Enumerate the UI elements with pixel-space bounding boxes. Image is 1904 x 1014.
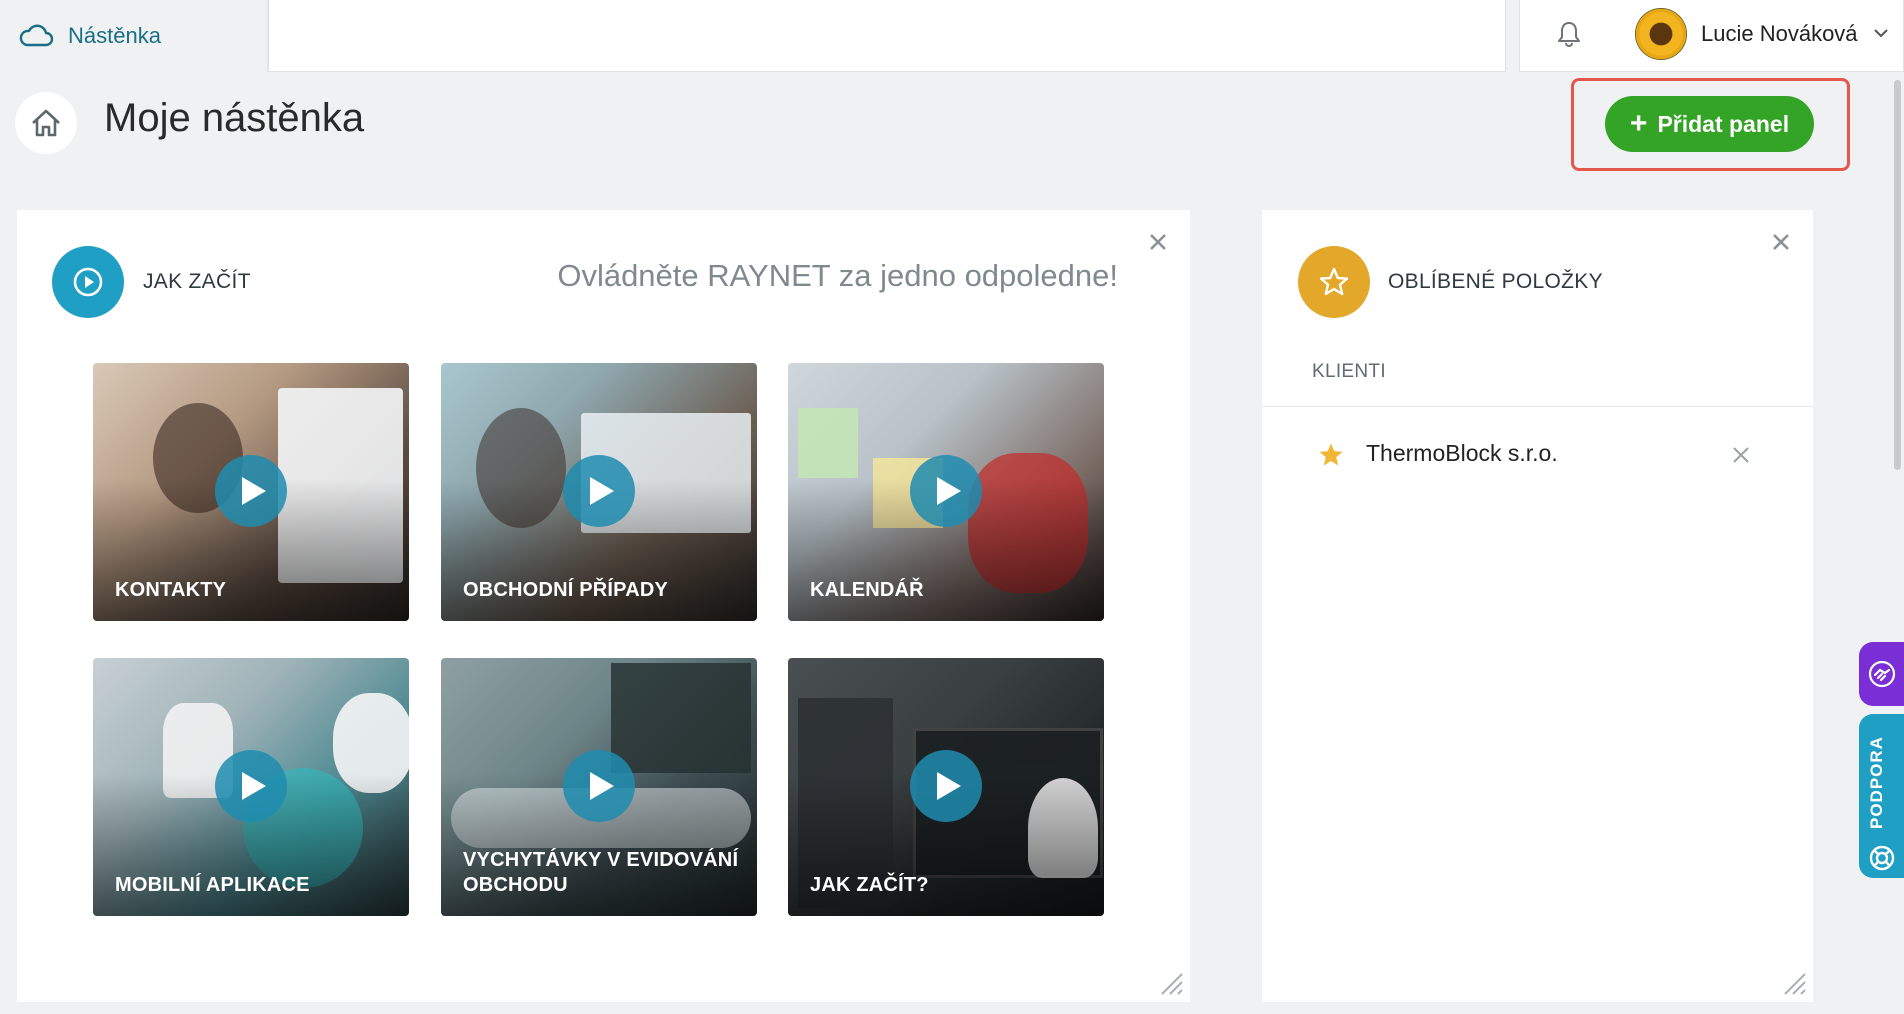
- video-tile-contacts[interactable]: KONTAKTY: [93, 363, 409, 621]
- panel-title: JAK ZAČÍT: [143, 270, 251, 293]
- getting-started-panel: JAK ZAČÍT Ovládněte RAYNET za jedno odpo…: [17, 210, 1190, 1002]
- plus-icon: +: [1629, 107, 1648, 140]
- video-label: KONTAKTY: [115, 579, 227, 601]
- handshake-icon: [1868, 660, 1895, 688]
- resize-handle-icon[interactable]: [1158, 970, 1184, 996]
- scrollbar[interactable]: [1894, 80, 1901, 470]
- breadcrumb-label: Nástěnka: [68, 23, 161, 48]
- star-circle-icon: [1298, 246, 1370, 318]
- video-tile-mobile[interactable]: MOBILNÍ APLIKACE: [93, 658, 409, 916]
- play-icon[interactable]: [910, 750, 982, 822]
- video-label: JAK ZAČÍT?: [810, 874, 929, 896]
- panel-tagline: Ovládněte RAYNET za jedno odpoledne!: [557, 258, 1118, 293]
- favorite-name[interactable]: ThermoBlock s.r.o.: [1366, 440, 1558, 467]
- user-name[interactable]: Lucie Nováková: [1701, 21, 1858, 47]
- home-icon: [32, 109, 60, 137]
- side-tab-handshake[interactable]: [1859, 642, 1904, 706]
- video-tile-tips[interactable]: VYCHYTÁVKY V EVIDOVÁNÍ OBCHODU: [441, 658, 757, 916]
- close-panel-icon[interactable]: [1148, 232, 1168, 252]
- cloud-icon: [19, 24, 54, 47]
- user-area: Lucie Nováková: [1519, 0, 1904, 72]
- page-title: Moje nástěnka: [104, 96, 365, 140]
- lifebuoy-icon: [1869, 845, 1895, 871]
- video-label: OBCHODNÍ PŘÍPADY: [463, 579, 669, 601]
- video-tile-deals[interactable]: OBCHODNÍ PŘÍPADY: [441, 363, 757, 621]
- video-label: KALENDÁŘ: [810, 579, 924, 601]
- bell-icon[interactable]: [1556, 20, 1582, 48]
- remove-icon[interactable]: [1732, 446, 1750, 464]
- add-panel-button[interactable]: + Přidat panel: [1605, 96, 1814, 152]
- section-label: KLIENTI: [1312, 361, 1386, 382]
- add-panel-label: Přidat panel: [1657, 110, 1790, 137]
- play-icon[interactable]: [563, 455, 635, 527]
- video-label: MOBILNÍ APLIKACE: [115, 874, 310, 896]
- star-icon[interactable]: [1318, 442, 1344, 468]
- play-circle-icon: [52, 246, 124, 318]
- avatar[interactable]: [1635, 8, 1687, 60]
- resize-handle-icon[interactable]: [1781, 970, 1807, 996]
- video-tile-how-to-start[interactable]: JAK ZAČÍT?: [788, 658, 1104, 916]
- play-icon[interactable]: [563, 750, 635, 822]
- top-bar-search-area[interactable]: [268, 0, 1506, 72]
- favorites-panel: OBLÍBENÉ POLOŽKY KLIENTI ThermoBlock s.r…: [1262, 210, 1813, 1002]
- top-bar: Nástěnka Lucie Nováková: [0, 0, 1904, 72]
- chevron-down-icon[interactable]: [1872, 24, 1890, 42]
- breadcrumb[interactable]: Nástěnka: [0, 0, 268, 72]
- panel-title: OBLÍBENÉ POLOŽKY: [1388, 270, 1603, 293]
- play-icon[interactable]: [215, 750, 287, 822]
- video-tile-calendar[interactable]: KALENDÁŘ: [788, 363, 1104, 621]
- support-label: PODPORA: [1867, 736, 1886, 830]
- video-label: VYCHYTÁVKY V EVIDOVÁNÍ OBCHODU: [463, 849, 739, 896]
- divider: [1262, 406, 1813, 407]
- play-icon[interactable]: [910, 455, 982, 527]
- list-item[interactable]: ThermoBlock s.r.o.: [1262, 420, 1813, 486]
- home-button[interactable]: [15, 92, 77, 154]
- play-icon[interactable]: [215, 455, 287, 527]
- support-tab[interactable]: PODPORA: [1859, 714, 1904, 878]
- close-panel-icon[interactable]: [1771, 232, 1791, 252]
